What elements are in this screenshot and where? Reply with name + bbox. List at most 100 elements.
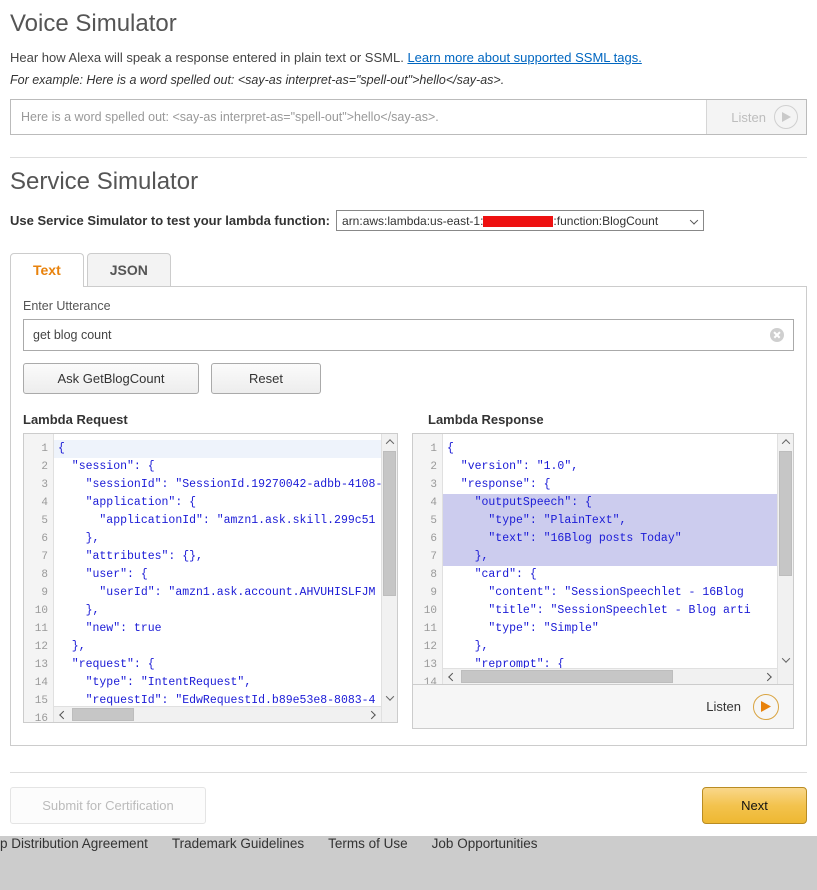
code-line: "outputSpeech": {	[443, 494, 793, 512]
request-scroll-down-icon[interactable]	[382, 690, 397, 706]
line-number: 16	[34, 713, 48, 722]
simulator-tabs: Text JSON	[10, 253, 807, 287]
code-line: "text": "16Blog posts Today"	[443, 530, 793, 548]
ask-button[interactable]: Ask GetBlogCount	[23, 363, 199, 394]
section-divider	[10, 157, 807, 158]
ssml-tags-link[interactable]: Learn more about supported SSML tags.	[407, 50, 641, 65]
voice-simulator-description: Hear how Alexa will speak a response ent…	[10, 50, 807, 65]
code-line: },	[58, 640, 86, 653]
line-number: 3	[41, 479, 48, 491]
line-number: 10	[423, 605, 437, 617]
voice-simulator-description-text: Hear how Alexa will speak a response ent…	[10, 50, 408, 65]
line-number: 13	[34, 659, 48, 671]
line-number: 14	[423, 677, 437, 684]
line-number: 3	[430, 479, 437, 491]
line-number: 13	[423, 659, 437, 671]
voice-simulator-input[interactable]	[11, 100, 706, 134]
response-scroll-up-icon[interactable]	[778, 434, 793, 450]
code-line: "type": "IntentRequest",	[58, 676, 252, 689]
io-panels-row: 1234567891011121314151617 { "session": {…	[23, 433, 794, 729]
request-code-lines[interactable]: { "session": { "sessionId": "SessionId.1…	[54, 434, 397, 722]
code-line: "content": "SessionSpeechlet - 16Blog	[447, 586, 744, 599]
request-scroll-left-icon[interactable]	[54, 707, 70, 722]
lambda-arn-text: arn:aws:lambda:us-east-1: :function:BlogC…	[342, 214, 658, 228]
footer-link-trademark-guidelines[interactable]: Trademark Guidelines	[172, 836, 304, 851]
code-line: "userId": "amzn1.ask.account.AHVUHISLFJM	[58, 586, 376, 599]
request-horizontal-scrollbar[interactable]	[54, 706, 381, 722]
tab-text[interactable]: Text	[10, 253, 84, 287]
response-scroll-left-icon[interactable]	[443, 669, 459, 684]
main-content: Voice Simulator Hear how Alexa will spea…	[0, 10, 817, 824]
code-line: "request": {	[58, 658, 155, 671]
footer-links: p Distribution Agreement Trademark Guide…	[0, 836, 807, 851]
code-line: },	[58, 604, 100, 617]
request-line-numbers: 1234567891011121314151617	[24, 434, 54, 722]
utterance-input[interactable]	[24, 328, 770, 342]
clear-icon[interactable]	[770, 328, 784, 342]
response-code-lines[interactable]: { "version": "1.0", "response": { "outpu…	[443, 434, 793, 684]
lambda-response-label: Lambda Response	[428, 412, 544, 427]
line-number: 12	[423, 641, 437, 653]
request-hscroll-thumb[interactable]	[72, 708, 134, 721]
line-number: 5	[430, 515, 437, 527]
code-line: "type": "Simple"	[447, 622, 599, 635]
response-vscroll-thumb[interactable]	[779, 451, 792, 576]
line-number: 8	[41, 569, 48, 581]
page-footer: p Distribution Agreement Trademark Guide…	[0, 836, 817, 890]
lambda-function-label: Use Service Simulator to test your lambd…	[10, 213, 331, 228]
bottom-divider	[10, 772, 807, 773]
line-number: 6	[430, 533, 437, 545]
line-number: 4	[41, 497, 48, 509]
response-horizontal-scrollbar[interactable]	[443, 668, 777, 684]
response-scroll-right-icon[interactable]	[761, 669, 777, 684]
line-number: 9	[41, 587, 48, 599]
footer-link-job-opportunities[interactable]: Job Opportunities	[432, 836, 538, 851]
code-line: {	[54, 440, 397, 458]
line-number: 8	[430, 569, 437, 581]
lambda-request-label: Lambda Request	[23, 412, 128, 427]
line-number: 9	[430, 587, 437, 599]
page-root: Voice Simulator Hear how Alexa will spea…	[0, 10, 817, 890]
voice-simulator-input-row: Listen	[10, 99, 807, 135]
footer-link-distribution-agreement[interactable]: p Distribution Agreement	[0, 836, 148, 851]
code-line: },	[58, 532, 100, 545]
voice-simulator-title: Voice Simulator	[10, 10, 177, 37]
footer-content: p Distribution Agreement Trademark Guide…	[0, 836, 817, 851]
request-vscroll-thumb[interactable]	[383, 451, 396, 596]
code-line: "title": "SessionSpeechlet - Blog arti	[447, 604, 751, 617]
line-number: 1	[430, 443, 437, 455]
simulator-button-row: Ask GetBlogCount Reset	[23, 363, 794, 394]
code-line: {	[447, 442, 454, 455]
response-line-numbers: 1 2 3 4 5 6 7 8 9 10 11 12 13 14	[413, 434, 443, 684]
voice-simulator-example: For example: Here is a word spelled out:…	[10, 73, 505, 87]
request-scroll-right-icon[interactable]	[365, 707, 381, 722]
response-listen-label: Listen	[706, 699, 741, 714]
line-number: 15	[34, 695, 48, 707]
lambda-arn-suffix: :function:BlogCount	[553, 213, 659, 228]
footer-link-terms-of-use[interactable]: Terms of Use	[328, 836, 408, 851]
play-icon[interactable]	[753, 693, 779, 720]
request-vertical-scrollbar[interactable]	[381, 434, 397, 722]
code-line: "user": {	[58, 568, 148, 581]
lambda-arn-select[interactable]: arn:aws:lambda:us-east-1: :function:BlogC…	[336, 210, 705, 231]
submit-for-certification-button[interactable]: Submit for Certification	[10, 787, 206, 824]
line-number: 10	[34, 605, 48, 617]
lambda-arn-prefix: arn:aws:lambda:us-east-1:	[342, 213, 484, 228]
response-hscroll-thumb[interactable]	[461, 670, 673, 683]
lambda-request-code-area: 1234567891011121314151617 { "session": {…	[24, 434, 397, 722]
line-number: 6	[41, 533, 48, 545]
response-vertical-scrollbar[interactable]	[777, 434, 793, 684]
next-button[interactable]: Next	[702, 787, 807, 824]
response-scroll-down-icon[interactable]	[778, 652, 793, 668]
line-number: 7	[430, 551, 437, 563]
reset-button[interactable]: Reset	[211, 363, 321, 394]
lambda-response-panel: 1 2 3 4 5 6 7 8 9 10 11 12 13 14 { "version": "1.0", …	[412, 433, 794, 685]
line-number: 2	[41, 461, 48, 473]
line-number: 5	[41, 515, 48, 527]
lambda-request-panel: 1234567891011121314151617 { "session": {…	[23, 433, 398, 723]
tab-json[interactable]: JSON	[86, 253, 171, 286]
line-number: 11	[34, 623, 48, 635]
io-labels-row: Lambda Request Lambda Response	[23, 412, 794, 427]
request-scroll-up-icon[interactable]	[382, 434, 397, 450]
voice-listen-label: Listen	[731, 109, 766, 125]
